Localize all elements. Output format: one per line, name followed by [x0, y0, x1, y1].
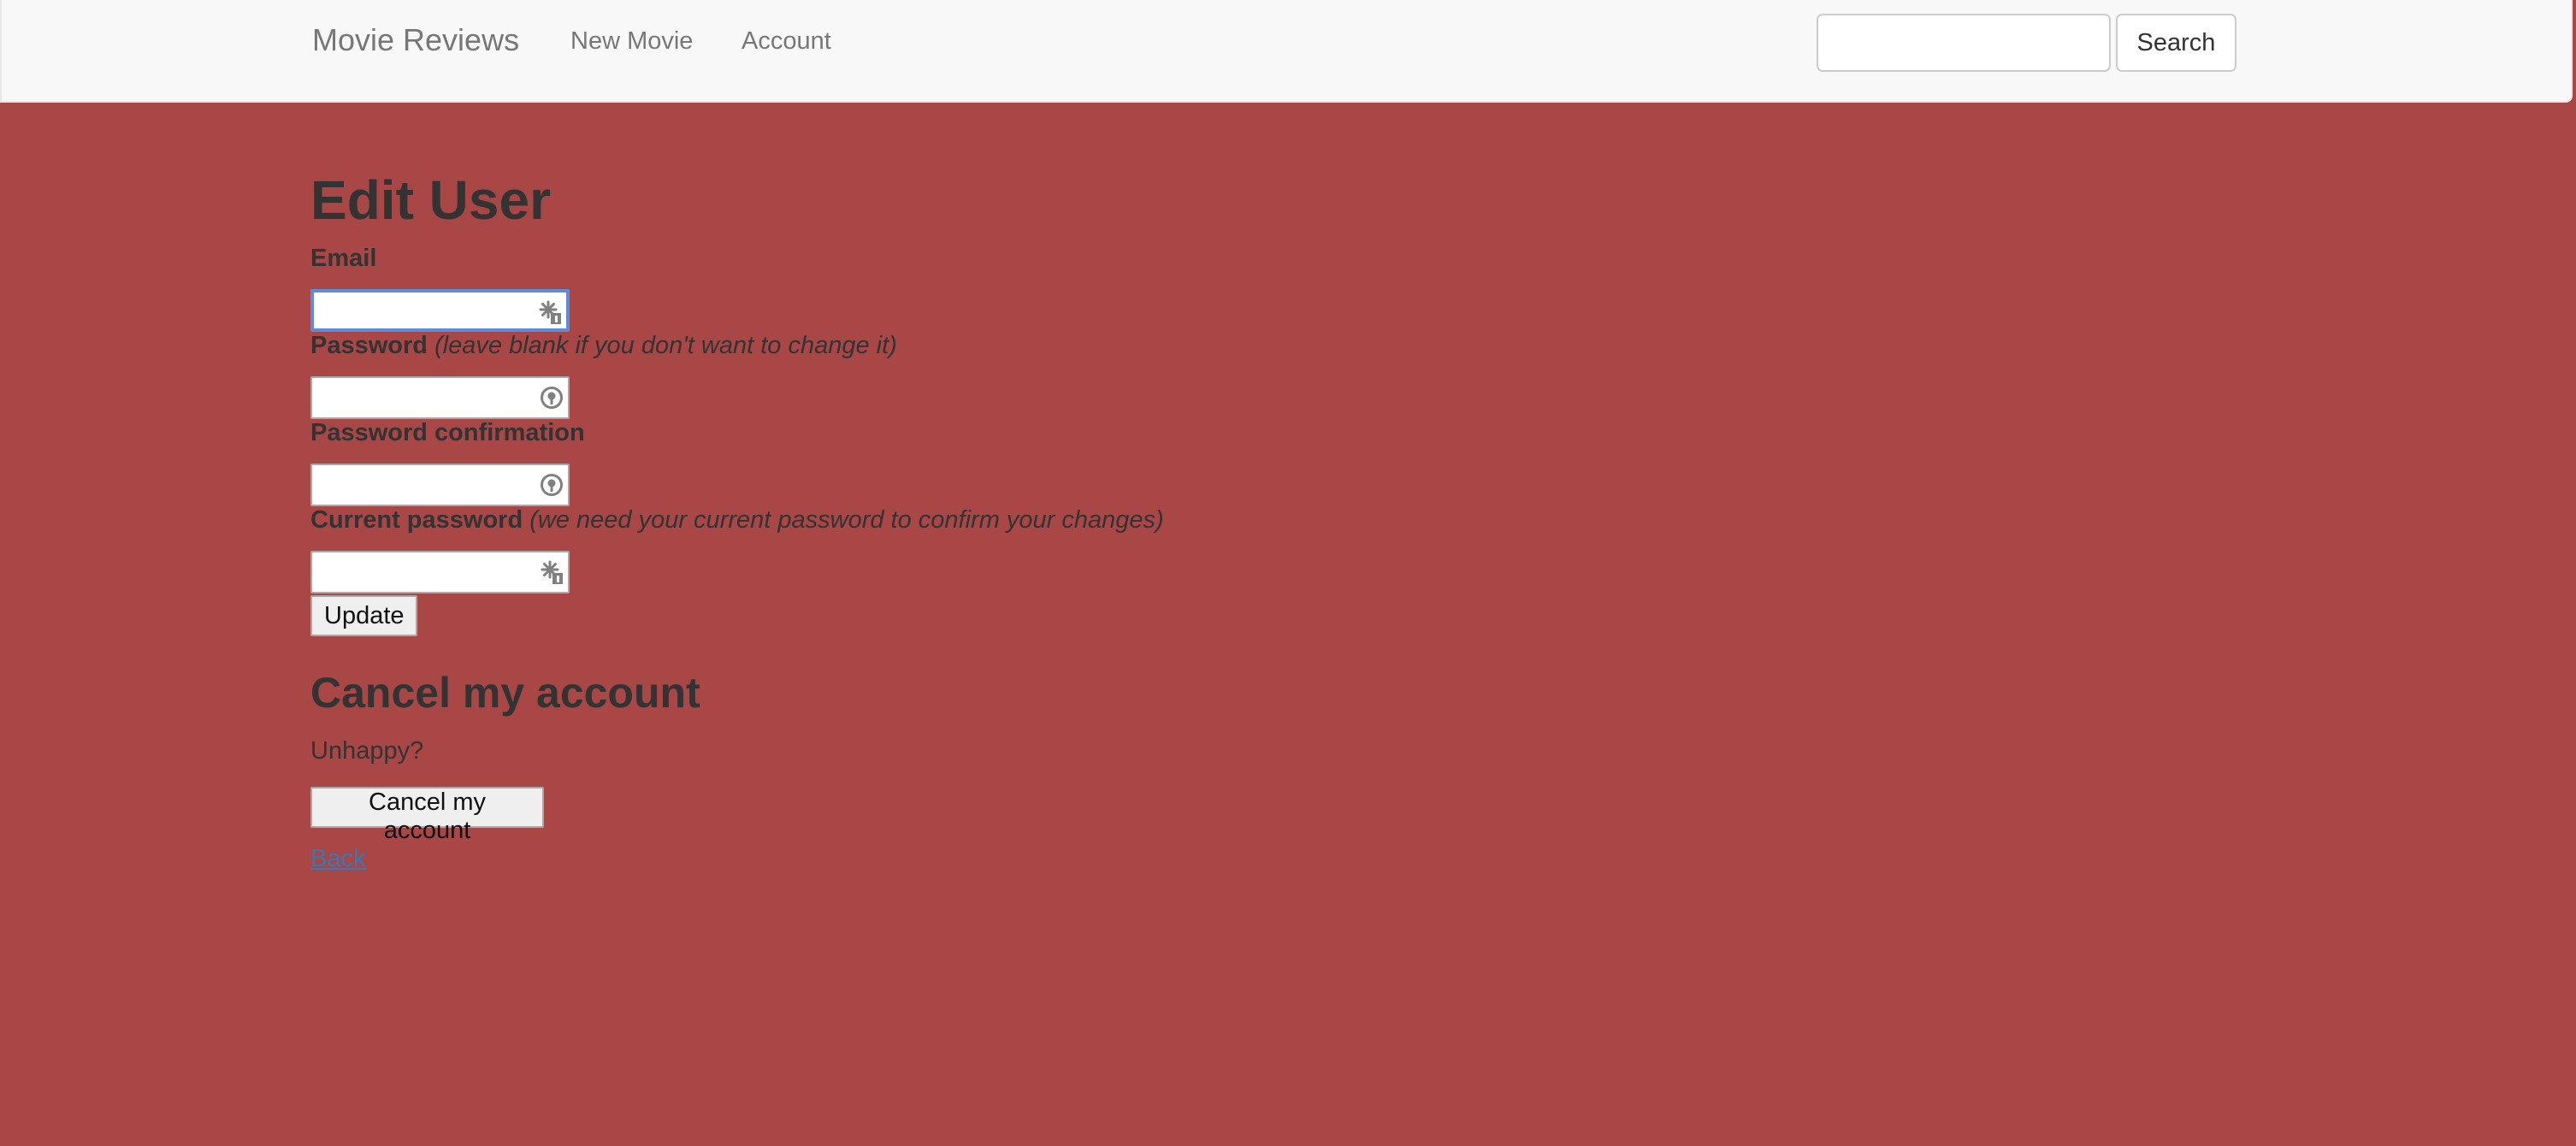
page-title: Edit User [310, 169, 551, 231]
cancel-account-heading: Cancel my account [310, 669, 700, 717]
password-label: Password (leave blank if you don't want … [310, 330, 897, 361]
update-button[interactable]: Update [310, 595, 417, 636]
password-confirmation-label-text: Password confirmation [310, 419, 585, 446]
current-password-input[interactable] [312, 552, 526, 592]
autofill-key-icon[interactable] [537, 299, 563, 325]
email-label-text: Email [310, 245, 377, 272]
nav-account-link[interactable]: Account [741, 27, 831, 56]
current-password-label-text: Current password [310, 506, 523, 534]
email-input[interactable] [314, 292, 528, 328]
autofill-key-icon[interactable] [539, 559, 564, 585]
password-label-text: Password [310, 332, 428, 359]
password-input[interactable] [312, 378, 526, 417]
email-label: Email [310, 243, 376, 274]
password-hint: (leave blank if you don't want to change… [434, 332, 897, 359]
brand-link[interactable]: Movie Reviews [312, 22, 519, 58]
password-field[interactable] [310, 376, 570, 419]
current-password-field[interactable] [310, 551, 570, 594]
password-confirmation-input[interactable] [312, 465, 526, 505]
password-confirmation-label: Password confirmation [310, 417, 585, 448]
nav-new-movie-link[interactable]: New Movie [570, 27, 693, 56]
password-manager-icon[interactable] [539, 385, 564, 411]
password-confirmation-field[interactable] [310, 464, 570, 506]
password-manager-icon[interactable] [539, 472, 564, 498]
cancel-account-button[interactable]: Cancel my account [310, 787, 544, 844]
search-input[interactable] [1817, 14, 2111, 72]
current-password-label: Current password (we need your current p… [310, 505, 1164, 535]
current-password-hint: (we need your current password to confir… [529, 506, 1164, 534]
top-navbar: Movie Reviews New Movie Account Search [0, 0, 2573, 103]
email-field[interactable] [310, 289, 570, 332]
search-button[interactable]: Search [2116, 14, 2236, 72]
unhappy-text: Unhappy? [310, 737, 424, 765]
back-link[interactable]: Back [310, 843, 365, 874]
